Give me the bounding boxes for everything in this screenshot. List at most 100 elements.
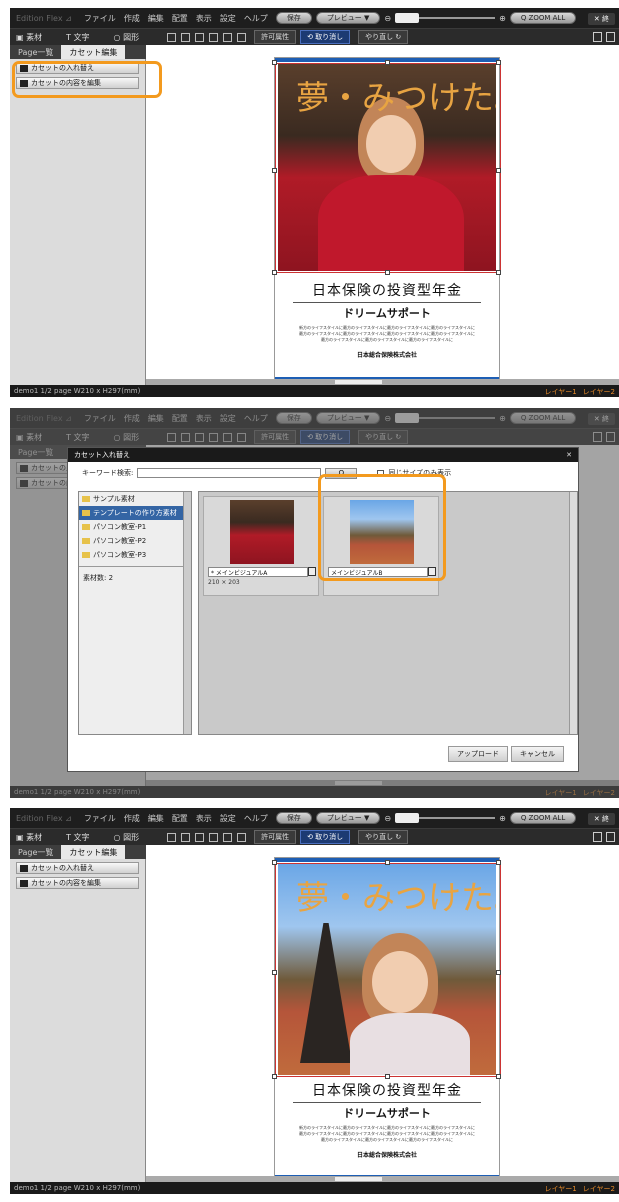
info-icon[interactable] xyxy=(237,832,247,842)
scroll-thumb[interactable] xyxy=(335,380,383,384)
cassette-swap-button[interactable]: カセットの入れ替え xyxy=(16,862,139,874)
tree-scrollbar[interactable] xyxy=(183,492,191,734)
tree-node-sample[interactable]: サンプル素材 xyxy=(79,492,191,506)
menu-help[interactable]: ヘルプ xyxy=(244,813,268,824)
menu-create[interactable]: 作成 xyxy=(124,813,140,824)
single-page-icon[interactable] xyxy=(593,832,602,842)
resize-handle[interactable] xyxy=(385,860,390,865)
text-tool[interactable]: T 文字 xyxy=(66,832,89,843)
resize-handle[interactable] xyxy=(496,1074,501,1079)
resize-handle[interactable] xyxy=(272,970,277,975)
zoom-in-icon[interactable]: ⊕ xyxy=(499,14,506,23)
menu-arrange[interactable]: 配置 xyxy=(172,813,188,824)
text-tool[interactable]: T 文字 xyxy=(66,32,89,43)
trash-icon[interactable] xyxy=(223,32,233,42)
scroll-thumb[interactable] xyxy=(335,1177,383,1181)
material-tool[interactable]: ▣ 素材 xyxy=(16,32,42,43)
menu-view[interactable]: 表示 xyxy=(196,813,212,824)
keyword-search-input[interactable] xyxy=(137,468,322,478)
menu-file[interactable]: ファイル xyxy=(84,813,116,824)
resize-handle[interactable] xyxy=(385,1074,390,1079)
page-copy-icon[interactable] xyxy=(181,832,191,842)
canvas[interactable]: 夢・みつけた。 日本保険の投資型年金 ドリームサポート 新方のライフスタイルに最… xyxy=(146,845,619,1182)
resize-handle[interactable] xyxy=(272,860,277,865)
resize-handle[interactable] xyxy=(272,1074,277,1079)
menu-edit[interactable]: 編集 xyxy=(148,13,164,24)
trash-icon[interactable] xyxy=(223,832,233,842)
undo-button[interactable]: ⟲ 取り消し xyxy=(300,830,351,844)
resize-handle[interactable] xyxy=(385,60,390,65)
resize-handle[interactable] xyxy=(385,270,390,275)
layer-2[interactable]: レイヤー2 xyxy=(583,1184,615,1194)
info-icon[interactable] xyxy=(308,567,316,576)
page-copy-icon[interactable] xyxy=(181,32,191,42)
tab-page-list[interactable]: Page一覧 xyxy=(10,845,61,859)
single-page-icon[interactable] xyxy=(593,32,602,42)
zoom-in-icon[interactable]: ⊕ xyxy=(499,814,506,823)
shape-tool[interactable]: ○ 図形 xyxy=(114,32,140,43)
cassette-edit-button[interactable]: カセットの内容を編集 xyxy=(16,877,139,889)
resize-handle[interactable] xyxy=(272,60,277,65)
grid-scrollbar[interactable] xyxy=(569,492,577,734)
tab-cassette-edit[interactable]: カセット編集 xyxy=(61,45,126,59)
cancel-button[interactable]: キャンセル xyxy=(511,746,564,762)
tree-node-template[interactable]: テンプレートの作り方素材 xyxy=(79,506,191,520)
resize-handle[interactable] xyxy=(496,970,501,975)
zoom-slider[interactable] xyxy=(395,813,496,823)
dialog-close-icon[interactable]: ✕ xyxy=(566,451,572,459)
zoom-out-icon[interactable]: ⊖ xyxy=(384,14,391,23)
material-tool[interactable]: ▣ 素材 xyxy=(16,832,42,843)
undo-button[interactable]: ⟲ 取り消し xyxy=(300,30,351,44)
info-icon[interactable] xyxy=(237,32,247,42)
tree-node-p2[interactable]: パソコン教室-P2 xyxy=(79,534,191,548)
page-icon[interactable] xyxy=(167,32,177,42)
zoom-all-button[interactable]: Q ZOOM ALL xyxy=(509,12,577,24)
menu-settings[interactable]: 設定 xyxy=(220,13,236,24)
menu-file[interactable]: ファイル xyxy=(84,13,116,24)
resize-handle[interactable] xyxy=(496,168,501,173)
tree-node-p3[interactable]: パソコン教室-P3 xyxy=(79,548,191,562)
page-add-icon[interactable] xyxy=(195,832,205,842)
poster[interactable]: 夢・みつけた。 日本保険の投資型年金 ドリームサポート 新方のライフスタイルに最… xyxy=(272,857,501,1182)
tab-cassette-edit[interactable]: カセット編集 xyxy=(61,845,126,859)
canvas[interactable]: 夢・みつけた。 日本保険の投資型年金 ドリームサポート 新方のライフスタイルに最… xyxy=(146,45,619,385)
preview-button[interactable]: プレビュー ▼ xyxy=(315,812,381,824)
poster[interactable]: 夢・みつけた。 日本保険の投資型年金 ドリームサポート 新方のライフスタイルに最… xyxy=(272,57,501,384)
layer-1[interactable]: レイヤー1 xyxy=(545,1184,577,1194)
permission-button[interactable]: 許可属性 xyxy=(254,830,297,844)
menu-edit[interactable]: 編集 xyxy=(148,813,164,824)
redo-button[interactable]: やり直し ↻ xyxy=(358,830,409,844)
tree-node-p1[interactable]: パソコン教室-P1 xyxy=(79,520,191,534)
upload-button[interactable]: アップロード xyxy=(448,746,508,762)
resize-handle[interactable] xyxy=(272,168,277,173)
resize-handle[interactable] xyxy=(272,270,277,275)
menu-view[interactable]: 表示 xyxy=(196,13,212,24)
preview-button[interactable]: プレビュー ▼ xyxy=(315,12,381,24)
menu-create[interactable]: 作成 xyxy=(124,13,140,24)
material-item[interactable]: * メインビジュアルA 210 × 203 xyxy=(203,496,319,596)
zoom-slider[interactable] xyxy=(395,13,496,23)
permission-button[interactable]: 許可属性 xyxy=(254,30,297,44)
save-button[interactable]: 保存 xyxy=(275,12,312,24)
redo-button[interactable]: やり直し ↻ xyxy=(358,30,409,44)
menu-settings[interactable]: 設定 xyxy=(220,813,236,824)
tab-page-list[interactable]: Page一覧 xyxy=(10,45,61,59)
resize-handle[interactable] xyxy=(496,270,501,275)
close-button[interactable]: ✕ 終 xyxy=(587,813,615,825)
save-button[interactable]: 保存 xyxy=(275,812,312,824)
layer-2[interactable]: レイヤー2 xyxy=(583,387,615,397)
resize-handle[interactable] xyxy=(496,860,501,865)
menu-help[interactable]: ヘルプ xyxy=(244,13,268,24)
menu-arrange[interactable]: 配置 xyxy=(172,13,188,24)
page-paste-icon[interactable] xyxy=(209,32,219,42)
spread-icon[interactable] xyxy=(606,32,615,42)
close-button[interactable]: ✕ 終 xyxy=(587,13,615,25)
zoom-all-button[interactable]: Q ZOOM ALL xyxy=(509,812,577,824)
resize-handle[interactable] xyxy=(496,60,501,65)
shape-tool[interactable]: ○ 図形 xyxy=(114,832,140,843)
zoom-out-icon[interactable]: ⊖ xyxy=(384,814,391,823)
spread-icon[interactable] xyxy=(606,832,615,842)
page-paste-icon[interactable] xyxy=(209,832,219,842)
page-add-icon[interactable] xyxy=(195,32,205,42)
layer-1[interactable]: レイヤー1 xyxy=(545,387,577,397)
